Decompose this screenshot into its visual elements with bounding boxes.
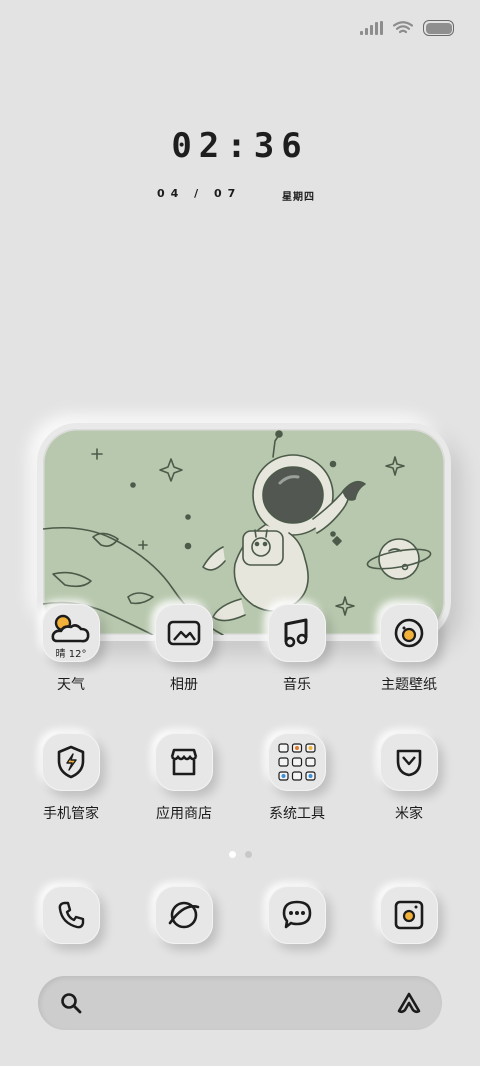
tools-folder-icon — [268, 733, 326, 791]
assistant-icon[interactable] — [396, 991, 422, 1015]
browser-icon — [155, 886, 213, 944]
dock-camera[interactable] — [349, 886, 469, 944]
page-dot-2[interactable] — [244, 851, 252, 858]
app-weather-label: 天气 — [57, 677, 85, 693]
battery-icon — [423, 20, 454, 36]
dock-messages[interactable] — [237, 886, 357, 944]
app-tools-label: 系统工具 — [269, 806, 325, 822]
app-store-icon — [155, 733, 213, 791]
app-security[interactable]: 手机管家 — [11, 733, 131, 823]
app-weather[interactable]: 晴 12° 天气 — [11, 604, 131, 694]
weather-badge: 晴 12° — [55, 649, 87, 660]
page-dot-1[interactable] — [228, 851, 236, 858]
wifi-icon — [393, 21, 413, 34]
app-store[interactable]: 应用商店 — [124, 733, 244, 823]
app-music-label: 音乐 — [283, 677, 311, 693]
app-security-label: 手机管家 — [43, 806, 99, 822]
clock-time: 02:36 — [171, 126, 309, 166]
mijia-icon — [380, 733, 438, 791]
signal-icon — [360, 21, 383, 35]
dock-browser[interactable] — [124, 886, 244, 944]
page-indicator — [0, 851, 480, 858]
weather-icon: 晴 12° — [42, 604, 100, 662]
app-mijia[interactable]: 米家 — [349, 733, 469, 823]
themes-icon — [380, 604, 438, 662]
search-icon — [61, 993, 82, 1014]
app-gallery-label: 相册 — [170, 677, 198, 693]
app-themes-label: 主题壁纸 — [381, 677, 437, 693]
app-mijia-label: 米家 — [395, 806, 423, 822]
dock-phone[interactable] — [11, 886, 131, 944]
phone-icon — [42, 886, 100, 944]
app-themes[interactable]: 主题壁纸 — [349, 604, 469, 694]
music-icon — [268, 604, 326, 662]
security-shield-icon — [42, 733, 100, 791]
app-music[interactable]: 音乐 — [237, 604, 357, 694]
app-tools-folder[interactable]: 系统工具 — [237, 733, 357, 823]
search-bar[interactable] — [38, 976, 442, 1030]
weekday-text: 星期四 — [282, 192, 315, 203]
camera-icon — [380, 886, 438, 944]
status-bar — [360, 20, 454, 36]
app-store-label: 应用商店 — [156, 806, 212, 822]
gallery-icon — [155, 604, 213, 662]
date-text: 04 / 07 — [157, 187, 242, 200]
app-gallery[interactable]: 相册 — [124, 604, 244, 694]
messages-icon — [268, 886, 326, 944]
